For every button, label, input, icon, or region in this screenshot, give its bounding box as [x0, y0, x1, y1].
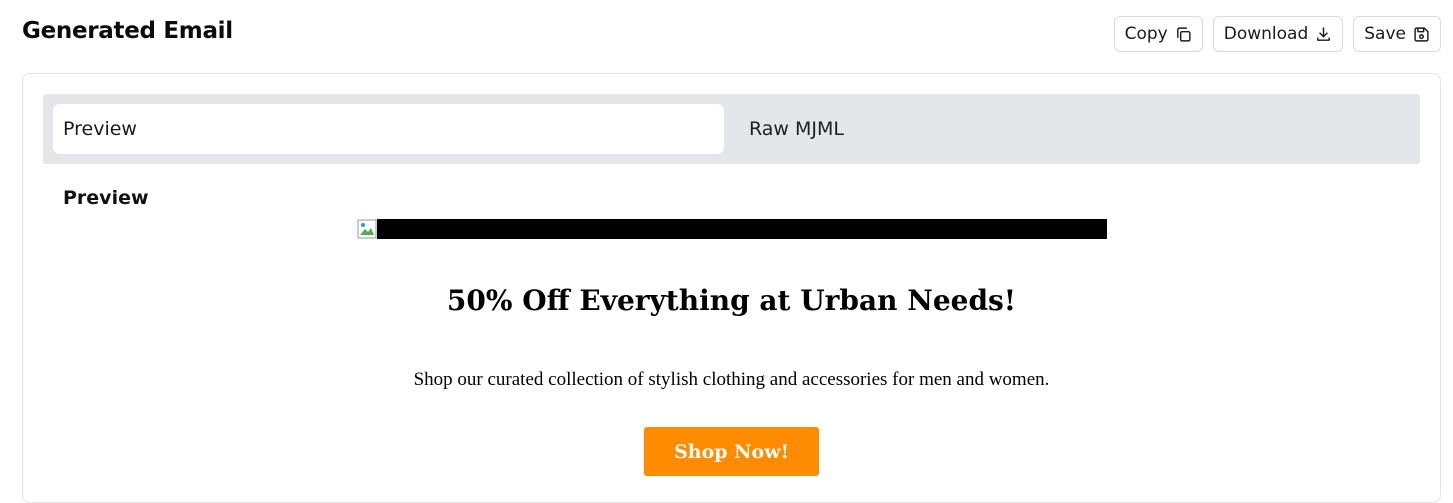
email-headline: 50% Off Everything at Urban Needs! — [446, 284, 1017, 317]
save-button[interactable]: Save — [1353, 16, 1441, 52]
tab-raw-mjml[interactable]: Raw MJML — [739, 104, 1039, 154]
email-card: Preview Raw MJML Preview 50% Off Everyth… — [22, 73, 1441, 503]
view-tabs: Preview Raw MJML — [43, 94, 1420, 164]
shop-now-button[interactable]: Shop Now! — [644, 427, 819, 476]
download-button-label: Download — [1223, 24, 1309, 44]
copy-icon — [1175, 26, 1192, 43]
header: Generated Email Copy Download Save — [0, 0, 1453, 70]
download-icon — [1315, 26, 1332, 43]
tab-preview[interactable]: Preview — [53, 104, 724, 154]
page-title: Generated Email — [22, 18, 233, 44]
download-button[interactable]: Download — [1212, 16, 1344, 52]
broken-image-icon — [357, 219, 377, 239]
action-toolbar: Copy Download Save — [1113, 16, 1441, 52]
email-body-text: Shop our curated collection of stylish c… — [413, 369, 1050, 390]
save-icon — [1413, 26, 1430, 43]
copy-button-label: Copy — [1124, 24, 1168, 44]
preview-heading: Preview — [63, 187, 149, 209]
save-button-label: Save — [1364, 24, 1406, 44]
email-banner-image — [357, 219, 1107, 239]
copy-button[interactable]: Copy — [1113, 16, 1203, 52]
